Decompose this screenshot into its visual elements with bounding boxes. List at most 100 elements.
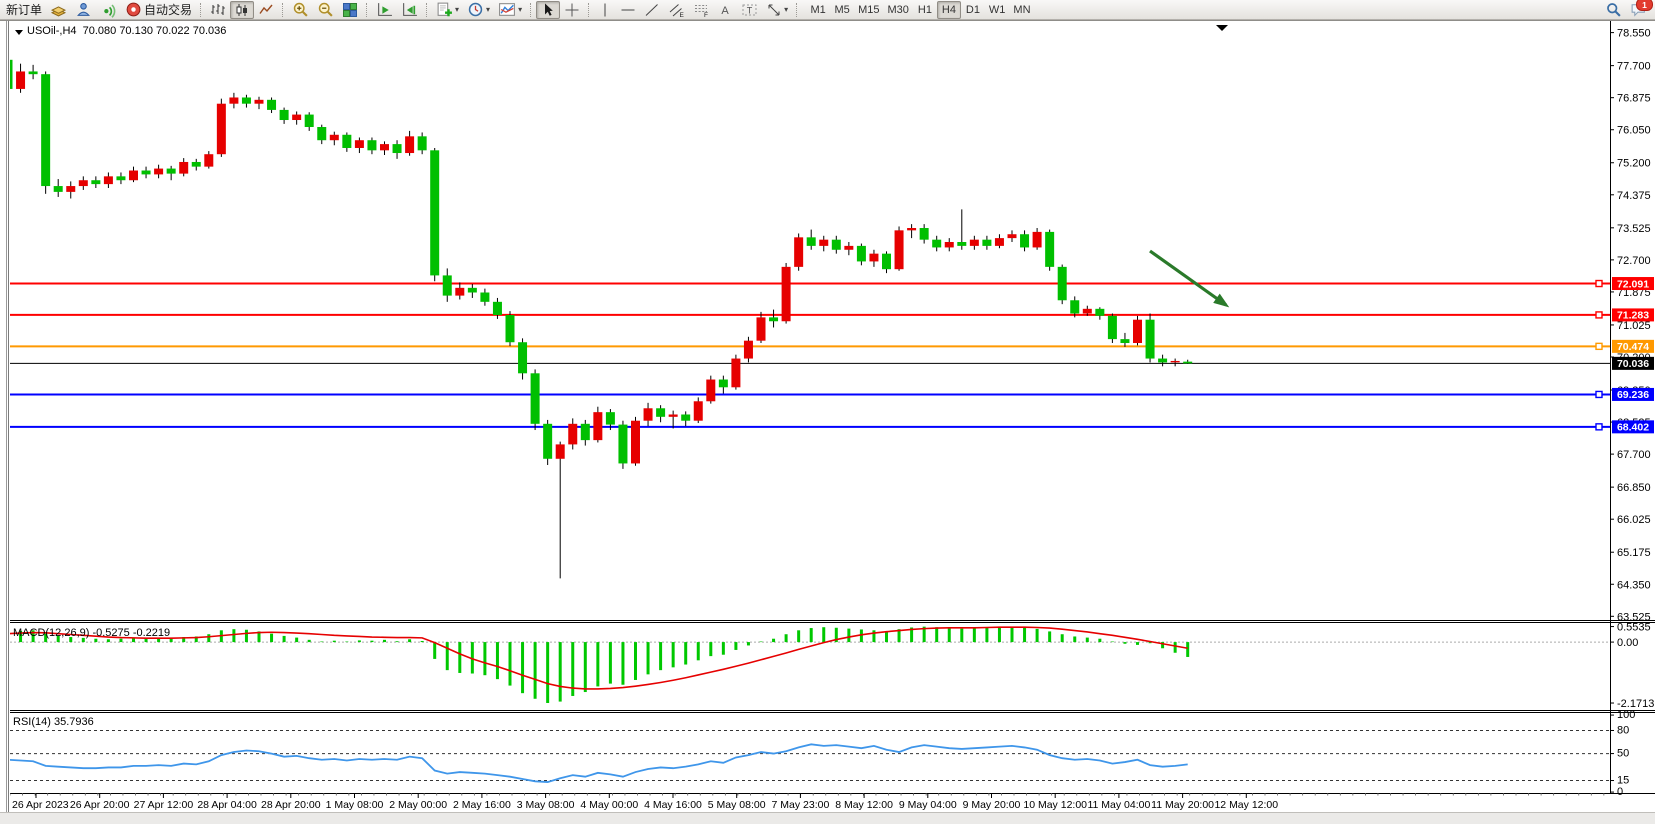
window-border-left: [6, 21, 9, 812]
svg-text:72.091: 72.091: [1617, 278, 1649, 290]
toolbar-separator: [796, 3, 798, 17]
candle: [255, 97, 264, 109]
candle: [342, 132, 351, 151]
line-chart-icon: [258, 2, 274, 18]
candle: [16, 64, 25, 93]
tf-button-M5[interactable]: M5: [830, 1, 854, 19]
svg-text:76.875: 76.875: [1617, 93, 1651, 105]
indicators-button[interactable]: ▾: [494, 1, 526, 19]
candle: [807, 230, 816, 250]
candle: [568, 418, 577, 449]
zoom-in-button[interactable]: [288, 1, 313, 19]
svg-text:67.700: 67.700: [1617, 449, 1651, 461]
svg-text:71.283: 71.283: [1617, 310, 1649, 322]
time-axis-label: 28 Apr 04:00: [197, 799, 257, 811]
notifications-button[interactable]: 1: [1630, 1, 1647, 18]
signals-button[interactable]: [96, 1, 121, 19]
signal-icon: [100, 1, 117, 18]
time-axis-label: 28 Apr 20:00: [261, 799, 321, 811]
line-anchor-handle[interactable]: [1596, 312, 1602, 318]
candle: [895, 226, 904, 270]
candle: [430, 148, 439, 281]
search-icon[interactable]: [1605, 1, 1622, 18]
zoom-out-button[interactable]: [313, 1, 338, 19]
svg-text:80: 80: [1617, 724, 1629, 736]
time-axis-label: 10 May 12:00: [1023, 799, 1087, 811]
fibonacci-tool-button[interactable]: F: [689, 1, 714, 19]
tf-button-W1[interactable]: W1: [985, 1, 1010, 19]
autotrading-button[interactable]: 自动交易: [121, 1, 196, 19]
time-axis-label: 1 May 08:00: [326, 799, 384, 811]
candle: [1171, 359, 1180, 367]
equidistant-channel-tool-button[interactable]: E: [664, 1, 689, 19]
tile-windows-icon: [342, 2, 358, 18]
text-a-icon: A: [718, 2, 733, 18]
autoscroll-button[interactable]: [372, 1, 397, 19]
candle: [54, 179, 63, 197]
candle: [618, 421, 627, 469]
chart-shift-icon: [401, 1, 418, 18]
time-axis-label: 2 May 00:00: [389, 799, 447, 811]
toolbar-separator: [426, 3, 428, 17]
chart-canvas[interactable]: 78.55077.70076.87576.05075.20074.37573.5…: [10, 21, 1655, 812]
candle: [1120, 333, 1129, 347]
candle: [1158, 355, 1167, 367]
symbol-dropdown-icon[interactable]: [15, 30, 23, 35]
candle: [556, 442, 565, 579]
candles-layer: [10, 58, 1192, 579]
chart-shift-marker-icon[interactable]: [1216, 25, 1228, 31]
text-tool-button[interactable]: A: [714, 1, 737, 19]
svg-text:66.850: 66.850: [1617, 482, 1651, 494]
chart-shift-button[interactable]: [397, 1, 422, 19]
time-axis-label: 27 Apr 12:00: [134, 799, 194, 811]
crosshair-tool-button[interactable]: [560, 1, 584, 19]
tf-button-H4[interactable]: H4: [937, 1, 961, 19]
macd-label: MACD(12,26,9) -0.5275 -0.2219: [13, 627, 170, 639]
svg-text:73.525: 73.525: [1617, 223, 1651, 235]
cursor-icon: [540, 2, 556, 18]
periods-button[interactable]: ▾: [463, 1, 494, 19]
new-order-button[interactable]: 新订单: [2, 1, 46, 19]
tf-button-MN[interactable]: MN: [1009, 1, 1034, 19]
trend-arrow[interactable]: [1150, 251, 1226, 305]
candle: [869, 250, 878, 267]
toolbar-separator: [200, 3, 202, 17]
bar-chart-mode-button[interactable]: [206, 1, 230, 19]
trendline-tool-button[interactable]: [640, 1, 664, 19]
zoom-in-icon: [292, 1, 309, 18]
vertical-line-tool-button[interactable]: [594, 1, 616, 19]
candle: [66, 181, 75, 198]
line-anchor-handle[interactable]: [1596, 281, 1602, 287]
candle: [995, 234, 1004, 248]
candlestick-mode-button[interactable]: [230, 1, 254, 19]
bar-chart-icon: [210, 2, 226, 18]
arrows-tool-button[interactable]: ▾: [762, 1, 792, 19]
tf-button-M30[interactable]: M30: [884, 1, 913, 19]
text-label-tool-button[interactable]: T: [737, 1, 762, 19]
tf-button-H1[interactable]: H1: [913, 1, 937, 19]
metaeditor-button[interactable]: [71, 1, 96, 19]
toolbar-separator: [366, 3, 368, 17]
tf-button-D1[interactable]: D1: [961, 1, 985, 19]
candle: [292, 111, 301, 124]
tf-button-M15[interactable]: M15: [854, 1, 883, 19]
line-anchor-handle[interactable]: [1596, 424, 1602, 430]
svg-text:70.474: 70.474: [1617, 341, 1649, 353]
svg-text:78.550: 78.550: [1617, 28, 1651, 40]
horizontal-line-tool-button[interactable]: [616, 1, 640, 19]
tf-button-M1[interactable]: M1: [806, 1, 830, 19]
line-anchor-handle[interactable]: [1596, 343, 1602, 349]
order-book-button[interactable]: [46, 1, 71, 19]
new-chart-button[interactable]: ▾: [432, 1, 463, 19]
cursor-tool-button[interactable]: [536, 1, 560, 19]
candle: [593, 407, 602, 443]
tile-windows-button[interactable]: [338, 1, 362, 19]
line-anchor-handle[interactable]: [1596, 391, 1602, 397]
new-order-label: 新订单: [6, 1, 42, 18]
time-axis[interactable]: 26 Apr 202326 Apr 20:0027 Apr 12:0028 Ap…: [10, 793, 1604, 811]
svg-text:15: 15: [1617, 775, 1629, 787]
candle: [669, 411, 678, 429]
line-chart-mode-button[interactable]: [254, 1, 278, 19]
notification-badge: 1: [1636, 0, 1653, 11]
candle: [518, 338, 527, 379]
